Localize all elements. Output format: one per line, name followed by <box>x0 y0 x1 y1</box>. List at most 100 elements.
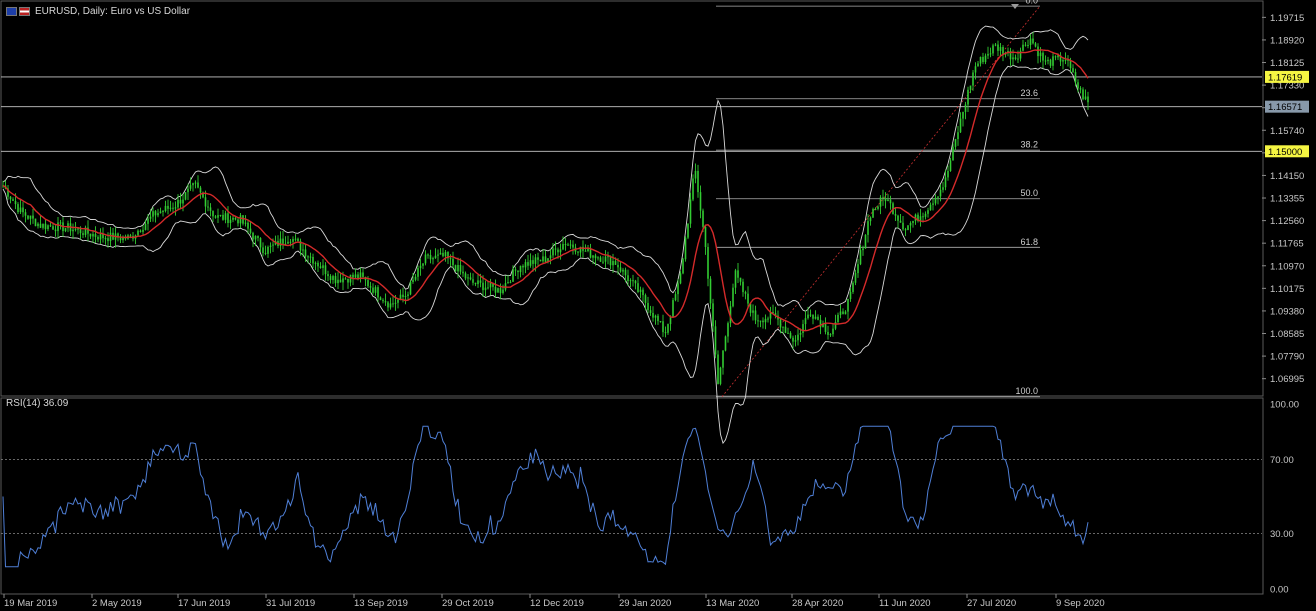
time-tick-label: 17 Jun 2019 <box>178 598 230 609</box>
candle-body <box>167 205 169 209</box>
candle-body <box>162 210 164 212</box>
candle-body <box>824 323 827 332</box>
candle-body <box>957 132 959 140</box>
candle-body <box>312 256 314 264</box>
candle-body <box>739 277 742 282</box>
candle-body <box>709 278 712 304</box>
candle-body <box>194 182 197 184</box>
candle-body <box>584 250 587 252</box>
candle-body <box>172 207 174 209</box>
candle-body <box>794 340 797 342</box>
candle-body <box>1062 60 1064 62</box>
candle-body <box>257 235 259 239</box>
candle-body <box>477 280 479 285</box>
candle-body <box>912 220 914 223</box>
candle-body <box>352 274 354 278</box>
candle-body <box>229 219 232 224</box>
price-tag-label: 1.17619 <box>1268 72 1302 83</box>
candle-body <box>1087 96 1089 103</box>
candle-body <box>354 274 357 278</box>
candle-body <box>979 56 982 64</box>
candle-body <box>674 294 677 301</box>
price-tick-label: 1.10175 <box>1270 284 1304 295</box>
time-tick-label: 31 Jul 2019 <box>266 598 315 609</box>
candle-body <box>432 258 434 260</box>
candle-body <box>814 316 817 319</box>
candle-body <box>77 228 79 230</box>
candle-body <box>727 323 729 337</box>
candle-body <box>592 255 594 258</box>
time-tick-label: 12 Dec 2019 <box>530 598 584 609</box>
candle-body <box>642 289 644 296</box>
candle-body <box>529 260 532 266</box>
eu-flag-icon <box>6 6 17 16</box>
candle-body <box>144 223 147 230</box>
candle-body <box>1054 56 1057 58</box>
candle-body <box>694 170 697 179</box>
candle-body <box>17 204 19 213</box>
candle-body <box>232 217 234 220</box>
candle-body <box>1039 52 1042 57</box>
candle-body <box>982 56 984 63</box>
candle-body <box>612 261 614 266</box>
candle-body <box>654 315 657 318</box>
candle-body <box>977 63 979 67</box>
price-tick-label: 1.18125 <box>1270 58 1304 69</box>
candle-body <box>384 301 387 303</box>
candle-body <box>184 192 187 200</box>
candle-body <box>1047 59 1049 62</box>
candle-body <box>242 215 244 224</box>
candle-body <box>1069 60 1072 69</box>
candle-body <box>179 199 182 204</box>
price-tag-label: 1.16571 <box>1268 102 1302 113</box>
candle-body <box>849 291 852 300</box>
candle-body <box>1029 38 1032 46</box>
candle-body <box>292 239 294 242</box>
candle-body <box>469 277 472 280</box>
candle-body <box>959 118 962 133</box>
candle-body <box>659 321 662 323</box>
candle-body <box>844 311 847 315</box>
candle-body <box>49 225 52 227</box>
candle-body <box>494 286 497 293</box>
candle-body <box>564 244 567 246</box>
candle-body <box>897 215 899 221</box>
candle-body <box>394 302 397 304</box>
candle-body <box>954 139 957 147</box>
candle-body <box>1032 38 1034 44</box>
candle-body <box>264 252 267 254</box>
candle-body <box>587 248 589 251</box>
candle-body <box>779 319 782 328</box>
candle-body <box>537 257 539 260</box>
candle-body <box>759 320 762 322</box>
candle-body <box>507 282 509 284</box>
candle-body <box>39 223 42 228</box>
candle-body <box>347 278 349 283</box>
candle-body <box>649 310 652 313</box>
candle-body <box>484 287 487 291</box>
candle-body <box>604 256 607 262</box>
candle-body <box>382 299 384 302</box>
candle-body <box>999 47 1002 51</box>
candle-body <box>927 210 929 214</box>
candle-body <box>72 229 74 232</box>
candle-body <box>79 228 82 234</box>
candle-body <box>889 199 892 204</box>
candle-body <box>854 273 857 283</box>
candle-body <box>539 259 542 262</box>
price-tick-label: 1.06995 <box>1270 374 1304 385</box>
candle-body <box>732 287 734 307</box>
candle-body <box>154 211 157 216</box>
candle-body <box>569 244 572 246</box>
candle-body <box>389 303 392 308</box>
candle-body <box>817 316 819 320</box>
candle-body <box>757 320 759 322</box>
candle-body <box>1022 44 1024 51</box>
time-tick-label: 19 Mar 2019 <box>4 598 57 609</box>
candle-body <box>192 183 194 186</box>
candle-body <box>652 312 654 318</box>
candle-body <box>424 254 427 264</box>
candle-body <box>924 213 927 217</box>
candle-body <box>787 332 789 334</box>
fib-level-label: 38.2 <box>1020 140 1038 150</box>
